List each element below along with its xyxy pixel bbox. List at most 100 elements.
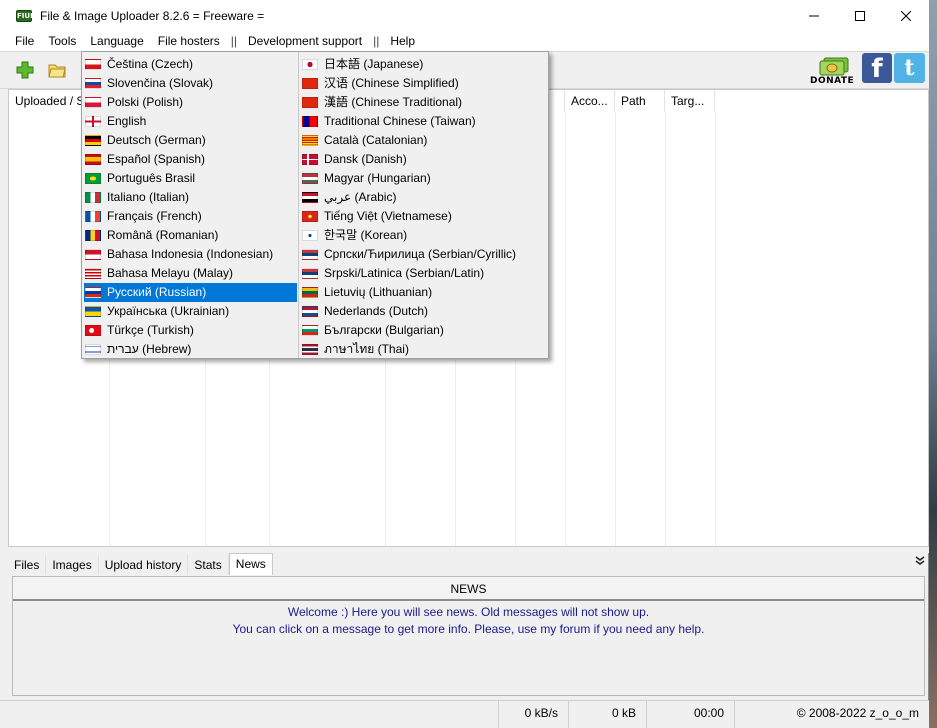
flag-de-icon (85, 135, 101, 146)
close-icon (901, 10, 911, 21)
tab-images[interactable]: Images (46, 555, 99, 575)
language-option-label: Italiano (Italian) (107, 190, 190, 204)
flag-ar-icon (302, 192, 318, 203)
language-option-label: Slovenčina (Slovak) (107, 76, 214, 90)
flag-rs-icon (302, 249, 318, 260)
language-option-tr[interactable]: Türkçe (Turkish) (84, 321, 297, 340)
news-message[interactable]: Welcome :) Here you will see news. Old m… (13, 605, 924, 619)
minimize-icon (809, 15, 819, 16)
language-option-ar[interactable]: عربي (Arabic) (301, 188, 514, 207)
language-option-tw[interactable]: Traditional Chinese (Taiwan) (301, 112, 514, 131)
menu-language[interactable]: Language (83, 31, 151, 51)
column-path[interactable]: Path (615, 90, 665, 112)
facebook-icon[interactable]: f (862, 53, 892, 84)
language-option-fr[interactable]: Français (French) (84, 207, 297, 226)
language-option-jp[interactable]: 日本語 (Japanese) (301, 55, 514, 74)
language-option-label: 日本語 (Japanese) (324, 57, 424, 71)
flag-cat-icon (302, 135, 318, 146)
menu-help[interactable]: Help (383, 31, 422, 51)
language-option-hu[interactable]: Magyar (Hungarian) (301, 169, 514, 188)
language-option-es[interactable]: Español (Spanish) (84, 150, 297, 169)
status-copyright: © 2008-2022 z_o_o_m (734, 701, 929, 728)
language-option-dk[interactable]: Dansk (Danish) (301, 150, 514, 169)
flag-id-icon (85, 249, 101, 260)
column-divider (615, 112, 616, 546)
flag-es-icon (85, 154, 101, 165)
language-option-rs[interactable]: Српски/Ћирилица (Serbian/Cyrillic) (301, 245, 516, 264)
news-panel: NEWS Welcome :) Here you will see news. … (12, 576, 925, 696)
folder-icon (48, 64, 66, 78)
flag-rs-icon (302, 268, 318, 279)
app-icon: FIUP (16, 9, 36, 22)
maximize-icon (855, 10, 865, 21)
language-option-cn[interactable]: 汉语 (Chinese Simplified) (301, 74, 514, 93)
language-option-il[interactable]: עברית (Hebrew) (84, 340, 297, 359)
plus-icon (16, 61, 34, 79)
language-option-pl[interactable]: Polski (Polish) (84, 93, 297, 112)
flag-lt-icon (302, 287, 318, 298)
column-account[interactable]: Acco... (565, 90, 615, 112)
maximize-button[interactable] (837, 0, 883, 31)
flag-nl-icon (302, 306, 318, 317)
language-option-lt[interactable]: Lietuvių (Lithuanian) (301, 283, 514, 302)
language-option-label: Tiếng Việt (Vietnamese) (324, 209, 452, 223)
language-option-label: Deutsch (German) (107, 133, 206, 147)
title-bar[interactable]: FIUP File & Image Uploader 8.2.6 = Freew… (0, 0, 929, 31)
flag-dk-icon (302, 154, 318, 165)
language-option-rs[interactable]: Srpski/Latinica (Serbian/Latin) (301, 264, 514, 283)
flag-th-icon (302, 344, 318, 355)
language-option-label: עברית (Hebrew) (107, 342, 192, 356)
collapse-panel-icon[interactable] (915, 556, 925, 569)
language-option-label: Srpski/Latinica (Serbian/Latin) (324, 266, 485, 280)
column-target[interactable]: Targ... (665, 90, 715, 112)
language-option-it[interactable]: Italiano (Italian) (84, 188, 297, 207)
language-option-nl[interactable]: Nederlands (Dutch) (301, 302, 514, 321)
language-option-label: Traditional Chinese (Taiwan) (324, 114, 476, 128)
menu-tools[interactable]: Tools (41, 31, 83, 51)
language-option-kr[interactable]: 한국말 (Korean) (301, 226, 514, 245)
language-option-de[interactable]: Deutsch (German) (84, 131, 297, 150)
news-message[interactable]: You can click on a message to get more i… (13, 622, 924, 636)
language-option-cn[interactable]: 漢語 (Chinese Traditional) (301, 93, 514, 112)
language-option-th[interactable]: ภาษาไทย (Thai) (301, 340, 514, 359)
minimize-button[interactable] (791, 0, 837, 31)
window-controls (791, 0, 929, 31)
language-option-label: Čeština (Czech) (107, 57, 194, 71)
language-option-label: Polski (Polish) (107, 95, 184, 109)
language-option-ru[interactable]: Русский (Russian) (84, 283, 297, 302)
donate-button[interactable]: DONATE (810, 56, 860, 86)
add-files-button[interactable] (14, 60, 36, 80)
menu-separator: || (373, 34, 380, 48)
flag-fr-icon (85, 211, 101, 222)
language-option-bg[interactable]: Български (Bulgarian) (301, 321, 514, 340)
donate-label: DONATE (810, 76, 855, 86)
double-chevron-down-icon (915, 556, 925, 565)
language-option-cz[interactable]: Čeština (Czech) (84, 55, 297, 74)
language-option-label: Nederlands (Dutch) (324, 304, 429, 318)
language-option-sk[interactable]: Slovenčina (Slovak) (84, 74, 297, 93)
language-option-ro[interactable]: Română (Romanian) (84, 226, 297, 245)
language-option-label: Bahasa Indonesia (Indonesian) (107, 247, 274, 261)
language-option-cat[interactable]: Català (Catalonian) (301, 131, 514, 150)
tab-upload-history[interactable]: Upload history (99, 555, 189, 575)
menu-development-support[interactable]: Development support (241, 31, 369, 51)
menu-separator: || (230, 34, 238, 48)
language-option-my[interactable]: Bahasa Melayu (Malay) (84, 264, 297, 283)
language-option-label: Magyar (Hungarian) (324, 171, 431, 185)
language-option-vn[interactable]: Tiếng Việt (Vietnamese) (301, 207, 514, 226)
tab-stats[interactable]: Stats (188, 555, 229, 575)
language-option-gb[interactable]: English (84, 112, 297, 131)
menu-file[interactable]: File (8, 31, 41, 51)
language-option-ua[interactable]: Українська (Ukrainian) (84, 302, 297, 321)
open-folder-button[interactable] (46, 60, 68, 80)
language-option-id[interactable]: Bahasa Indonesia (Indonesian) (84, 245, 297, 264)
language-option-br[interactable]: Português Brasil (84, 169, 297, 188)
tab-files[interactable]: Files (8, 555, 47, 575)
language-option-label: Română (Romanian) (107, 228, 219, 242)
language-option-label: English (107, 114, 147, 128)
twitter-icon[interactable]: t (894, 53, 925, 83)
close-button[interactable] (883, 0, 929, 31)
menu-file-hosters[interactable]: File hosters (151, 31, 227, 51)
tab-news[interactable]: News (228, 553, 273, 575)
language-option-label: Dansk (Danish) (324, 152, 407, 166)
